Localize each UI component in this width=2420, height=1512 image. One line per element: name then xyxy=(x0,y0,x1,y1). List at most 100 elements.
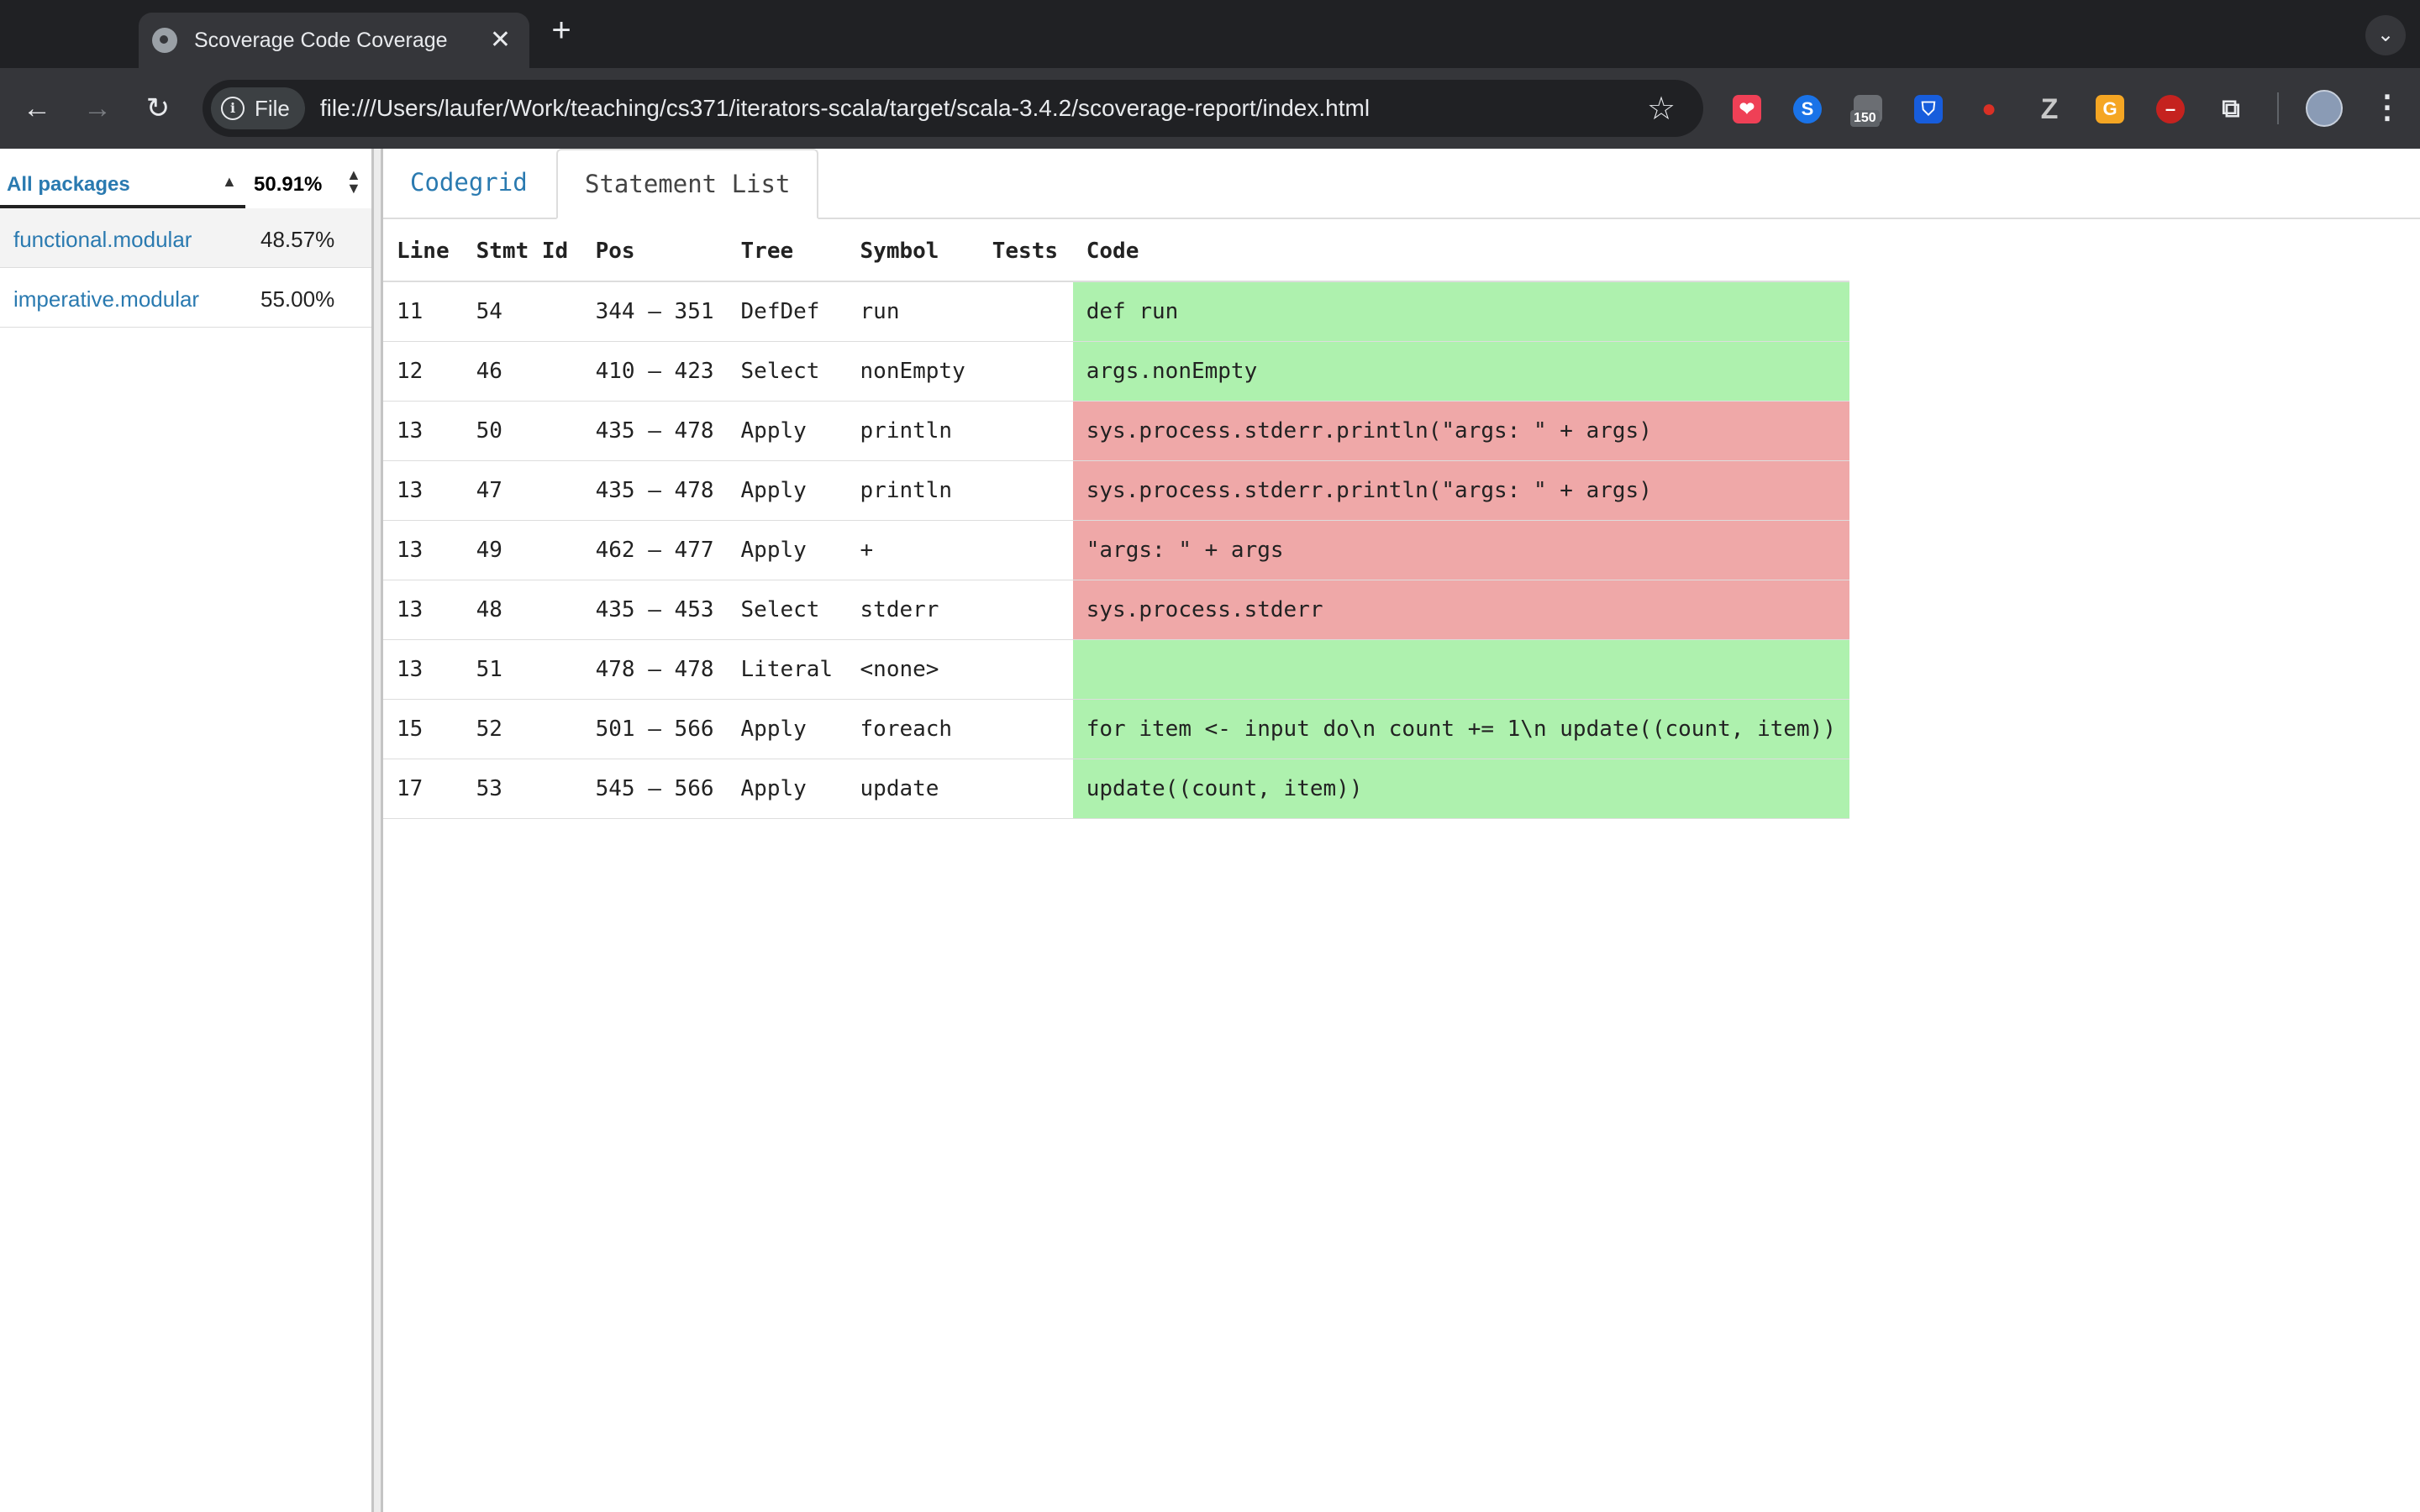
package-list-header: All packages ▲ 50.91% ▲ ▼ xyxy=(0,161,371,208)
package-link[interactable]: functional.modular xyxy=(13,227,192,253)
cell-pos: 501 – 566 xyxy=(581,699,728,759)
sort-ascending-icon[interactable]: ▲ xyxy=(222,173,237,191)
back-arrow-icon[interactable]: ← xyxy=(17,88,57,129)
package-coverage: 55.00% xyxy=(260,286,335,312)
table-row: 15 52 501 – 566 Apply foreach for item <- inp… xyxy=(383,699,1849,759)
table-row: 13 49 462 – 477 Apply + "args: " + args xyxy=(383,520,1849,580)
table-row: 13 48 435 – 453 Select stderr sys.process.std… xyxy=(383,580,1849,640)
table-row: 12 46 410 – 423 Select nonEmpty args.nonEmpty xyxy=(383,341,1849,402)
cell-line: 11 xyxy=(383,281,463,342)
zotero-icon[interactable]: Z xyxy=(2035,93,2064,125)
col-code: Code xyxy=(1072,221,1849,282)
pocket-icon[interactable]: ❤ xyxy=(1733,95,1761,123)
cell-tree: DefDef xyxy=(727,281,847,342)
cell-tree: Apply xyxy=(727,401,847,461)
col-tree: Tree xyxy=(727,221,847,282)
cell-code: for item <- input do\n count += 1\n upda… xyxy=(1072,699,1849,759)
cell-line: 12 xyxy=(383,341,463,402)
browser-tab[interactable]: Scoverage Code Coverage ✕ xyxy=(139,13,529,68)
cell-code: sys.process.stderr.println("args: " + ar… xyxy=(1072,401,1849,461)
cell-pos: 462 – 477 xyxy=(581,520,728,580)
package-coverage: 48.57% xyxy=(260,227,335,252)
cell-pos: 344 – 351 xyxy=(581,281,728,342)
cell-symbol: foreach xyxy=(846,699,979,759)
sort-toggle-icon[interactable]: ▲ ▼ xyxy=(346,167,361,196)
cell-symbol: nonEmpty xyxy=(846,341,979,402)
package-sidebar: All packages ▲ 50.91% ▲ ▼ functional.modu… xyxy=(0,149,371,1512)
total-coverage: 50.91% xyxy=(254,173,323,196)
cell-pos: 410 – 423 xyxy=(581,341,728,402)
cell-stmt-id: 46 xyxy=(462,341,582,402)
adblock-icon[interactable]: – xyxy=(2156,95,2185,123)
sync-icon[interactable]: S xyxy=(1793,95,1822,123)
new-tab-button[interactable]: + xyxy=(544,13,578,47)
table-row: 13 50 435 – 478 Apply println sys.process.std… xyxy=(383,401,1849,461)
cell-tests xyxy=(978,580,1073,640)
extension-counter-icon[interactable]: 150 xyxy=(1850,95,1882,127)
cell-tree: Apply xyxy=(727,759,847,819)
cell-tests xyxy=(978,699,1073,759)
cell-tree: Apply xyxy=(727,460,847,521)
statement-table: Line Stmt Id Pos Tree Symbol Tests Code … xyxy=(383,221,1849,819)
cell-stmt-id: 48 xyxy=(462,580,582,640)
browser-tabstrip: Scoverage Code Coverage ✕ + ⌄ xyxy=(0,0,2420,68)
cell-stmt-id: 52 xyxy=(462,699,582,759)
cell-stmt-id: 51 xyxy=(462,639,582,700)
cell-pos: 478 – 478 xyxy=(581,639,728,700)
cell-tests xyxy=(978,401,1073,461)
cell-code: update((count, item)) xyxy=(1072,759,1849,819)
cell-line: 13 xyxy=(383,580,463,640)
profile-avatar[interactable] xyxy=(2306,90,2343,127)
cell-line: 13 xyxy=(383,639,463,700)
cell-line: 13 xyxy=(383,460,463,521)
cell-pos: 435 – 453 xyxy=(581,580,728,640)
cell-line: 13 xyxy=(383,401,463,461)
site-info-label: File xyxy=(255,95,290,121)
cell-stmt-id: 49 xyxy=(462,520,582,580)
cell-code: sys.process.stderr xyxy=(1072,580,1849,640)
all-packages-link[interactable]: All packages xyxy=(7,173,130,197)
url-text[interactable]: file:///Users/laufer/Work/teaching/cs371… xyxy=(320,95,1636,122)
close-tab-icon[interactable]: ✕ xyxy=(490,28,511,53)
cell-stmt-id: 53 xyxy=(462,759,582,819)
table-header-row: Line Stmt Id Pos Tree Symbol Tests Code xyxy=(383,221,1849,282)
package-row[interactable]: imperative.modular 55.00% xyxy=(0,268,371,328)
address-bar[interactable]: i File file:///Users/laufer/Work/teachin… xyxy=(203,80,1703,137)
site-info-chip[interactable]: i File xyxy=(211,87,305,129)
bookmark-star-icon[interactable]: ☆ xyxy=(1636,90,1686,128)
reload-icon[interactable]: ↻ xyxy=(138,88,178,129)
tab-search-button[interactable]: ⌄ xyxy=(2365,15,2406,55)
cell-tests xyxy=(978,460,1073,521)
browser-menu-icon[interactable]: ⋮ xyxy=(2371,88,2403,127)
cell-symbol: + xyxy=(846,520,979,580)
toolbar-separator xyxy=(2277,92,2279,124)
cell-tree: Select xyxy=(727,580,847,640)
grammar-g-icon[interactable]: G xyxy=(2096,95,2124,123)
cell-pos: 545 – 566 xyxy=(581,759,728,819)
tab-codegrid[interactable]: Codegrid xyxy=(383,149,555,219)
table-row: 13 47 435 – 478 Apply println sys.process.std… xyxy=(383,460,1849,521)
pane-resize-handle[interactable] xyxy=(371,149,383,1512)
tab-statement-list[interactable]: Statement List xyxy=(556,149,819,219)
cell-tree: Select xyxy=(727,341,847,402)
extension-badge: 150 xyxy=(1850,110,1880,127)
col-symbol: Symbol xyxy=(846,221,979,282)
cell-code: args.nonEmpty xyxy=(1072,341,1849,402)
cell-symbol: run xyxy=(846,281,979,342)
cell-code: "args: " + args xyxy=(1072,520,1849,580)
forward-arrow-icon[interactable]: → xyxy=(77,88,118,129)
cell-symbol: <none> xyxy=(846,639,979,700)
puzzle-extensions-icon[interactable]: ⧉ xyxy=(2217,95,2245,123)
microphone-icon[interactable]: ● xyxy=(1975,95,2003,123)
cell-tree: Apply xyxy=(727,520,847,580)
cell-code xyxy=(1072,639,1849,700)
col-stmt-id: Stmt Id xyxy=(462,221,582,282)
cell-tests xyxy=(978,281,1073,342)
bitwarden-shield-icon[interactable]: ⛉ xyxy=(1914,95,1943,123)
tab-title: Scoverage Code Coverage xyxy=(194,28,448,52)
view-tabs: Codegrid Statement List xyxy=(383,149,2420,219)
cell-symbol: stderr xyxy=(846,580,979,640)
cell-line: 13 xyxy=(383,520,463,580)
package-row[interactable]: functional.modular 48.57% xyxy=(0,208,371,268)
package-link[interactable]: imperative.modular xyxy=(13,286,199,312)
